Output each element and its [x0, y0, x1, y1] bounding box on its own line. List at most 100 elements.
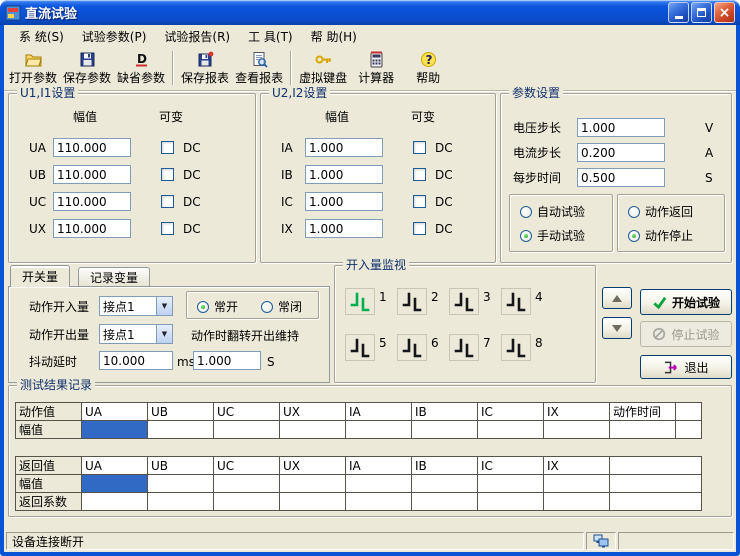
radio-dot	[520, 230, 532, 242]
value-cell[interactable]	[214, 421, 280, 439]
value-cell[interactable]	[412, 493, 478, 511]
value-cell[interactable]	[478, 493, 544, 511]
variable-header: 可变	[159, 110, 183, 124]
step-time-input[interactable]	[577, 168, 665, 187]
toolbar-view-report[interactable]: 查看报表	[232, 49, 286, 87]
tab-record-variables[interactable]: 记录变量	[78, 267, 150, 287]
contact-number: 8	[535, 336, 543, 350]
menu-help[interactable]: 帮 助(H)	[302, 25, 366, 48]
radio-dot	[261, 301, 273, 313]
table-row: 返回系数	[16, 493, 702, 511]
value-cell[interactable]	[544, 493, 610, 511]
relay-contact-icon	[350, 292, 370, 312]
table-row: 动作值 UA UB UC UX IA IB IC IX 动作时间	[16, 403, 702, 421]
current-step-label: 电流步长	[513, 146, 561, 160]
radio-action-stop[interactable]: 动作停止	[628, 227, 693, 244]
ic-amplitude-input[interactable]	[305, 192, 383, 211]
value-cell[interactable]	[214, 475, 280, 493]
toolbar-save-report[interactable]: 保存报表	[178, 49, 232, 87]
value-cell[interactable]	[280, 475, 346, 493]
radio-action-return[interactable]: 动作返回	[628, 203, 693, 220]
ux-amplitude-input[interactable]	[53, 219, 131, 238]
value-cell[interactable]	[148, 475, 214, 493]
value-cell[interactable]	[346, 493, 412, 511]
menu-test-report[interactable]: 试验报告(R)	[155, 25, 239, 48]
voltage-step-input[interactable]	[577, 118, 665, 137]
radio-normally-open[interactable]: 常开	[197, 298, 238, 315]
maximize-icon	[697, 8, 706, 17]
contact-number: 5	[379, 336, 387, 350]
status-text: 设备连接断开	[12, 533, 84, 550]
toolbar-virtual-keyboard[interactable]: 虚拟键盘	[296, 49, 350, 87]
radio-dot	[628, 206, 640, 218]
exit-button[interactable]: 退出	[640, 355, 732, 379]
scroll-down-button[interactable]	[602, 317, 632, 339]
value-cell[interactable]	[82, 493, 148, 511]
chevron-down-icon[interactable]: ▼	[156, 297, 172, 315]
ua-variable-checkbox[interactable]	[161, 141, 174, 154]
value-cell[interactable]	[346, 421, 412, 439]
toolbar-help[interactable]: ? 帮助	[402, 49, 454, 87]
col-header: IC	[478, 403, 544, 421]
radio-auto-test[interactable]: 自动试验	[520, 203, 585, 220]
action-output-select[interactable]: 接点1 ▼	[99, 324, 173, 344]
value-cell[interactable]	[478, 475, 544, 493]
tab-switch-quantity[interactable]: 开关量	[10, 265, 70, 287]
value-cell[interactable]	[280, 421, 346, 439]
radio-manual-test[interactable]: 手动试验	[520, 227, 585, 244]
menu-system[interactable]: 系 统(S)	[10, 25, 73, 48]
toolbar-save-params[interactable]: 保存参数	[60, 49, 114, 87]
ub-amplitude-input[interactable]	[53, 165, 131, 184]
value-cell[interactable]	[544, 475, 610, 493]
value-cell[interactable]	[214, 493, 280, 511]
ix-amplitude-input[interactable]	[305, 219, 383, 238]
value-cell[interactable]	[478, 421, 544, 439]
menu-tools[interactable]: 工 具(T)	[239, 25, 302, 48]
ib-variable-checkbox[interactable]	[413, 168, 426, 181]
value-cell[interactable]	[610, 421, 676, 439]
ux-variable-checkbox[interactable]	[161, 222, 174, 235]
uc-variable-checkbox[interactable]	[161, 195, 174, 208]
hold-time-input[interactable]	[193, 351, 261, 370]
row-label-ic: IC	[281, 195, 293, 209]
value-cell[interactable]	[346, 475, 412, 493]
toolbar-open-params[interactable]: 打开参数	[6, 49, 60, 87]
amplitude-header: 幅值	[73, 110, 97, 124]
ib-amplitude-input[interactable]	[305, 165, 383, 184]
menu-test-params[interactable]: 试验参数(P)	[73, 25, 156, 48]
app-window: 直流试验 × 系 统(S) 试验参数(P) 试验报告(R) 工 具(T) 帮 助…	[0, 0, 740, 556]
maximize-button[interactable]	[691, 2, 712, 23]
selected-cell[interactable]	[82, 421, 148, 439]
minimize-button[interactable]	[668, 2, 689, 23]
value-cell[interactable]	[148, 493, 214, 511]
default-d-icon: D	[133, 51, 150, 68]
toolbar-default-params[interactable]: D 缺省参数	[114, 49, 168, 87]
ic-variable-checkbox[interactable]	[413, 195, 426, 208]
jitter-delay-input[interactable]	[99, 351, 173, 370]
col-header: UA	[82, 403, 148, 421]
value-cell[interactable]	[544, 421, 610, 439]
radio-normally-closed[interactable]: 常闭	[261, 298, 302, 315]
value-cell[interactable]	[280, 493, 346, 511]
ia-variable-checkbox[interactable]	[413, 141, 426, 154]
ia-amplitude-input[interactable]	[305, 138, 383, 157]
chevron-down-icon[interactable]: ▼	[156, 325, 172, 343]
col-header: IC	[478, 457, 544, 475]
selected-cell[interactable]	[82, 475, 148, 493]
value-cell[interactable]	[412, 475, 478, 493]
ix-variable-checkbox[interactable]	[413, 222, 426, 235]
col-header: UA	[82, 457, 148, 475]
value-cell[interactable]	[148, 421, 214, 439]
stop-test-button[interactable]: 停止试验	[640, 321, 732, 347]
start-test-button[interactable]: 开始试验	[640, 289, 732, 315]
uc-amplitude-input[interactable]	[53, 192, 131, 211]
close-button[interactable]: ×	[714, 2, 735, 23]
ub-variable-checkbox[interactable]	[161, 168, 174, 181]
value-cell[interactable]	[412, 421, 478, 439]
toolbar-calculator[interactable]: 计算器	[350, 49, 402, 87]
action-input-select[interactable]: 接点1 ▼	[99, 296, 173, 316]
row-label-uc: UC	[29, 195, 46, 209]
current-step-input[interactable]	[577, 143, 665, 162]
scroll-up-button[interactable]	[602, 287, 632, 309]
ua-amplitude-input[interactable]	[53, 138, 131, 157]
